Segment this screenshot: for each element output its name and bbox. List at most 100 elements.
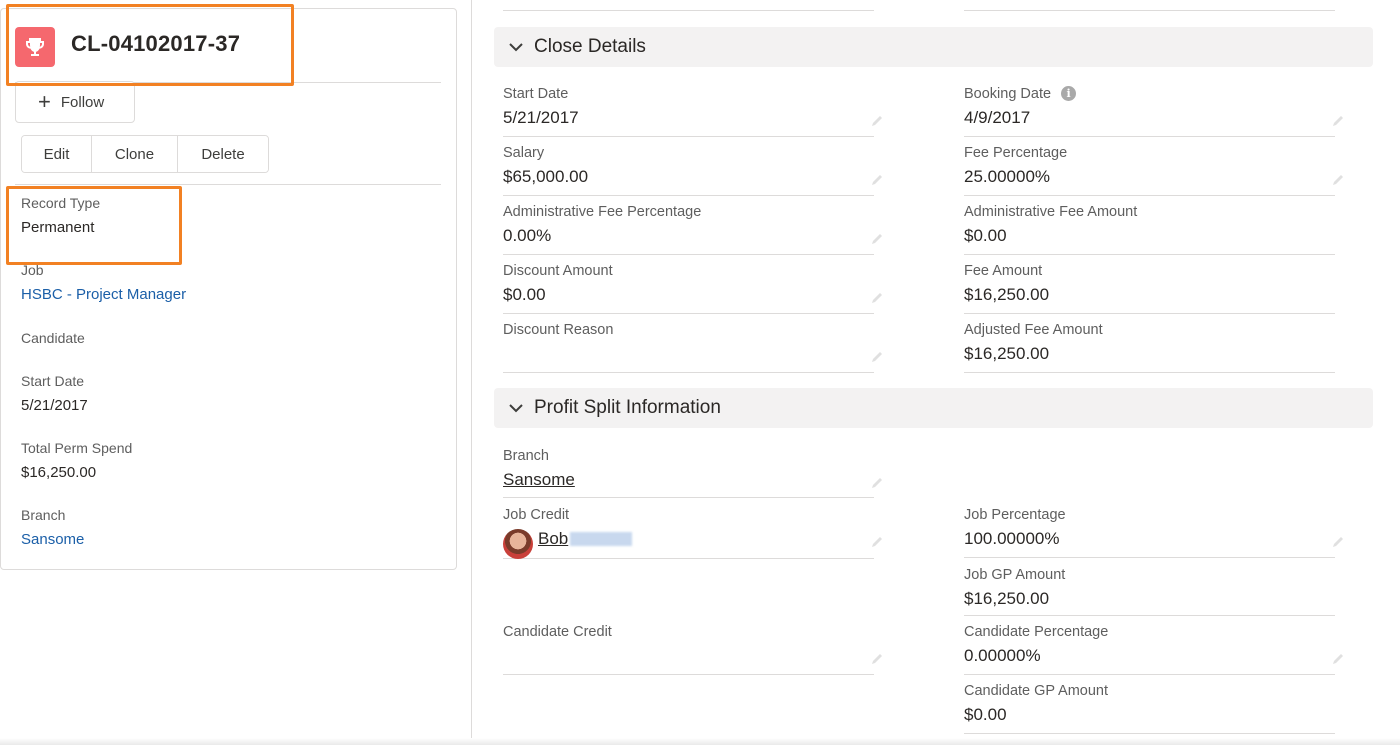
field-label: Start Date — [503, 86, 569, 102]
field-label: Administrative Fee Percentage — [503, 204, 702, 220]
field-label: Branch — [21, 507, 66, 523]
field-job-percentage: Job Percentage 100.00000% — [964, 507, 1343, 558]
action-button-group: Edit Clone Delete — [21, 135, 269, 173]
field-value: 0.00000% — [964, 646, 1041, 665]
field-job-credit: Job Credit Bob — [503, 507, 882, 559]
job-credit-user-link[interactable]: Bob — [538, 529, 633, 549]
field-label: Candidate GP Amount — [964, 683, 1109, 699]
chevron-down-icon — [508, 39, 524, 55]
field-value: $16,250.00 — [964, 589, 1050, 608]
field-label: Branch — [503, 448, 549, 464]
field-label: Discount Amount — [503, 263, 613, 279]
section-header-profit-split[interactable]: Profit Split Information — [494, 388, 1373, 428]
clone-button[interactable]: Clone — [92, 136, 178, 172]
pencil-icon[interactable] — [1331, 114, 1345, 128]
field-candidate-gp-amount: Candidate GP Amount $0.00 — [964, 683, 1335, 734]
pencil-icon[interactable] — [870, 114, 884, 128]
redacted-name — [570, 532, 633, 546]
field-value: Permanent — [21, 219, 95, 236]
field-label: Total Perm Spend — [21, 440, 133, 456]
field-label: Adjusted Fee Amount — [964, 322, 1103, 338]
pencil-icon[interactable] — [870, 173, 884, 187]
follow-button[interactable]: + Follow — [15, 81, 135, 123]
field-label: Booking Date i — [964, 86, 1077, 102]
field-label: Candidate — [21, 330, 85, 346]
field-label: Start Date — [21, 373, 85, 389]
field-branch: Branch Sansome — [21, 507, 84, 548]
field-adjusted-fee-amount: Adjusted Fee Amount $16,250.00 — [964, 322, 1335, 373]
field-value: $0.00 — [503, 285, 546, 304]
pencil-icon[interactable] — [870, 535, 884, 549]
field-label: Salary — [503, 145, 545, 161]
field-branch: Branch Sansome — [503, 448, 882, 498]
field-value: 5/21/2017 — [21, 397, 88, 414]
field-label: Job Credit — [503, 507, 570, 523]
avatar — [503, 529, 533, 559]
info-icon[interactable]: i — [1061, 86, 1077, 101]
field-start-date: Start Date 5/21/2017 — [503, 86, 882, 137]
header-divider — [15, 184, 441, 185]
field-candidate-percentage: Candidate Percentage 0.00000% — [964, 624, 1343, 675]
pencil-icon[interactable] — [1331, 535, 1345, 549]
field-underline — [964, 10, 1335, 11]
field-candidate: Candidate — [21, 330, 85, 354]
field-label: Fee Percentage — [964, 145, 1068, 161]
pencil-icon[interactable] — [870, 476, 884, 490]
field-value: $65,000.00 — [503, 167, 589, 186]
field-total-perm-spend: Total Perm Spend $16,250.00 — [21, 440, 132, 481]
field-admin-fee-amount: Administrative Fee Amount $0.00 — [964, 204, 1335, 255]
edit-button[interactable]: Edit — [22, 136, 92, 172]
section-title: Profit Split Information — [534, 397, 721, 418]
pencil-icon[interactable] — [1331, 652, 1345, 666]
user-name: Bob — [538, 529, 569, 548]
pencil-icon[interactable] — [870, 652, 884, 666]
follow-label: Follow — [60, 93, 105, 111]
trophy-icon — [15, 27, 55, 67]
chevron-down-icon — [508, 400, 524, 416]
field-label: Job Percentage — [964, 507, 1066, 523]
record-page: CL-04102017-37 + Follow Edit Clone Delet… — [0, 0, 1400, 745]
field-value: $16,250.00 — [964, 344, 1050, 363]
branch-link[interactable]: Sansome — [21, 531, 84, 548]
field-label: Record Type — [21, 195, 101, 211]
field-job: Job HSBC - Project Manager — [21, 262, 186, 303]
field-candidate-credit: Candidate Credit — [503, 624, 882, 675]
field-value: 4/9/2017 — [964, 108, 1031, 127]
field-label: Candidate Percentage — [964, 624, 1109, 640]
field-admin-fee-percentage: Administrative Fee Percentage 0.00% — [503, 204, 882, 255]
field-label: Administrative Fee Amount — [964, 204, 1138, 220]
job-link[interactable]: HSBC - Project Manager — [21, 286, 186, 303]
field-value: 100.00000% — [964, 529, 1060, 548]
branch-link[interactable]: Sansome — [503, 470, 575, 490]
field-value: $0.00 — [964, 705, 1007, 724]
field-salary: Salary $65,000.00 — [503, 145, 882, 196]
field-value: $16,250.00 — [21, 464, 97, 481]
field-label: Discount Reason — [503, 322, 614, 338]
field-record-type: Record Type Permanent — [21, 195, 100, 236]
field-booking-date: Booking Date i 4/9/2017 — [964, 86, 1343, 137]
pencil-icon[interactable] — [870, 350, 884, 364]
field-value: $0.00 — [964, 226, 1007, 245]
field-discount-reason: Discount Reason — [503, 322, 882, 373]
section-header-close-details[interactable]: Close Details — [494, 27, 1373, 67]
plus-icon: + — [38, 89, 51, 114]
record-header: CL-04102017-37 — [15, 23, 441, 83]
pencil-icon[interactable] — [1331, 173, 1345, 187]
field-value: 0.00% — [503, 226, 552, 245]
field-start-date: Start Date 5/21/2017 — [21, 373, 88, 414]
section-title: Close Details — [534, 36, 646, 57]
field-discount-amount: Discount Amount $0.00 — [503, 263, 882, 314]
field-value: $16,250.00 — [964, 285, 1050, 304]
field-value: 5/21/2017 — [503, 108, 579, 127]
field-value: 25.00000% — [964, 167, 1051, 186]
pencil-icon[interactable] — [870, 232, 884, 246]
pencil-icon[interactable] — [870, 291, 884, 305]
field-underline — [503, 10, 874, 11]
field-fee-amount: Fee Amount $16,250.00 — [964, 263, 1335, 314]
record-highlights-panel: CL-04102017-37 + Follow Edit Clone Delet… — [0, 8, 457, 570]
field-label: Job GP Amount — [964, 567, 1066, 583]
column-separator — [471, 0, 472, 745]
record-title: CL-04102017-37 — [71, 31, 241, 56]
delete-button[interactable]: Delete — [178, 136, 268, 172]
field-label: Fee Amount — [964, 263, 1043, 279]
